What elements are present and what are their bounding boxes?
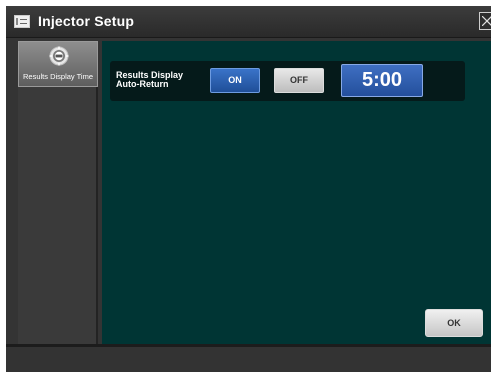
sidebar: Results Display Time <box>18 41 98 344</box>
title-bar: Injector Setup <box>6 6 491 38</box>
on-button[interactable]: ON <box>210 68 260 93</box>
window-title: Injector Setup <box>38 13 135 29</box>
injector-setup-window: Injector Setup Results Display Time Resu… <box>6 6 491 372</box>
list-icon <box>14 15 30 28</box>
off-button[interactable]: OFF <box>274 68 324 93</box>
close-button[interactable] <box>479 12 491 30</box>
bottom-bar <box>6 344 491 372</box>
setting-label-line2: Auto-Return <box>116 79 169 89</box>
close-icon <box>482 16 491 26</box>
settings-panel: Results Display Auto-Return ON OFF 5:00 … <box>102 41 491 344</box>
sidebar-item-results-display-time[interactable]: Results Display Time <box>18 41 98 87</box>
ok-button[interactable]: OK <box>425 309 483 337</box>
sidebar-item-label: Results Display Time <box>22 72 94 81</box>
auto-return-time-button[interactable]: 5:00 <box>341 64 423 97</box>
settings-badge-icon <box>49 46 69 66</box>
setting-label: Results Display Auto-Return <box>116 71 196 89</box>
results-display-auto-return-row: Results Display Auto-Return ON OFF 5:00 <box>110 61 465 101</box>
